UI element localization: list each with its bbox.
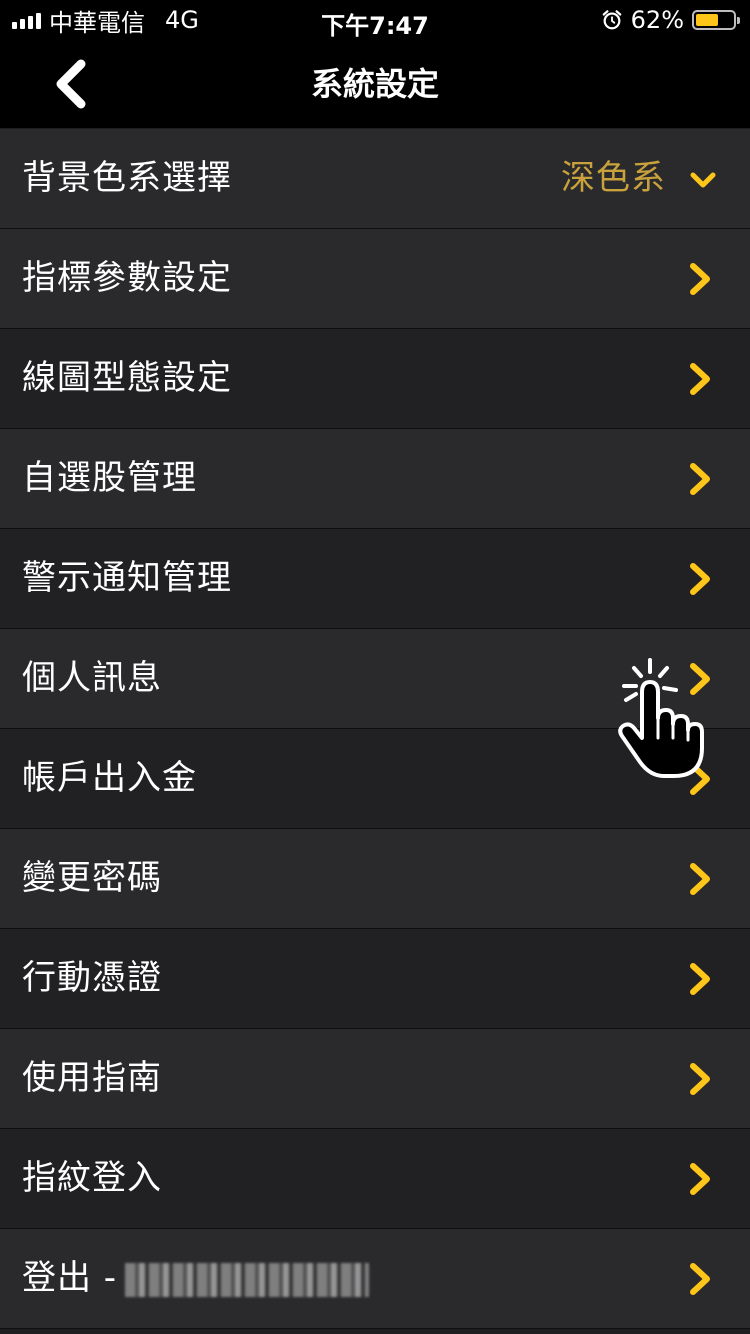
- menu-item-logout[interactable]: 登出 -: [0, 1229, 750, 1329]
- chevron-left-icon: [56, 59, 86, 109]
- battery-level: [696, 14, 719, 26]
- settings-menu-list: 背景色系選擇 深色系 指標參數設定 線圖型態設定 自選股管理 警示通知管理 個人…: [0, 129, 750, 1329]
- menu-item-label: 變更密碼: [22, 858, 162, 898]
- logout-label: 登出 -: [22, 1258, 118, 1298]
- chevron-right-icon: [690, 1063, 710, 1095]
- battery-icon: [692, 10, 740, 30]
- navigation-bar: 系統設定: [0, 40, 750, 128]
- menu-item-label: 指標參數設定: [22, 258, 232, 298]
- menu-item-label: 個人訊息: [22, 658, 162, 698]
- menu-item-change-password[interactable]: 變更密碼: [0, 829, 750, 929]
- menu-item-user-guide[interactable]: 使用指南: [0, 1029, 750, 1129]
- menu-item-deposit-withdraw[interactable]: 帳戶出入金: [0, 729, 750, 829]
- menu-item-mobile-certificate[interactable]: 行動憑證: [0, 929, 750, 1029]
- chevron-right-icon: [690, 863, 710, 895]
- menu-item-personal-messages[interactable]: 個人訊息: [0, 629, 750, 729]
- menu-item-label: 線圖型態設定: [22, 358, 232, 398]
- menu-item-label: 自選股管理: [22, 458, 197, 498]
- masked-account-id: [125, 1262, 370, 1297]
- menu-item-label: 警示通知管理: [22, 558, 232, 598]
- menu-item-label: 指紋登入: [22, 1158, 162, 1198]
- menu-item-label: 帳戶出入金: [22, 758, 197, 798]
- chevron-right-icon: [690, 363, 710, 395]
- menu-item-indicator-params[interactable]: 指標參數設定: [0, 229, 750, 329]
- chevron-right-icon: [690, 463, 710, 495]
- theme-value[interactable]: 深色系: [561, 129, 666, 228]
- menu-item-label: 登出 -: [22, 1229, 370, 1328]
- menu-item-label: 背景色系選擇: [22, 158, 232, 198]
- chevron-right-icon: [690, 963, 710, 995]
- chevron-right-icon: [690, 763, 710, 795]
- back-button[interactable]: [40, 54, 100, 114]
- menu-item-label: 使用指南: [22, 1058, 162, 1098]
- chevron-right-icon: [690, 563, 710, 595]
- chevron-right-icon: [690, 1163, 710, 1195]
- chevron-right-icon: [690, 263, 710, 295]
- battery-percent: 62%: [630, 6, 684, 34]
- chevron-right-icon: [690, 663, 710, 695]
- menu-item-background-theme[interactable]: 背景色系選擇 深色系: [0, 129, 750, 229]
- status-right: 62%: [601, 6, 740, 34]
- status-bar: 中華電信 4G 下午7:47 62%: [0, 0, 750, 40]
- chevron-right-icon: [690, 1263, 710, 1295]
- chevron-down-icon[interactable]: [688, 165, 718, 195]
- menu-item-fingerprint-login[interactable]: 指紋登入: [0, 1129, 750, 1229]
- menu-item-label: 行動憑證: [22, 958, 162, 998]
- menu-item-alerts[interactable]: 警示通知管理: [0, 529, 750, 629]
- alarm-icon: [602, 10, 622, 30]
- menu-item-chart-type[interactable]: 線圖型態設定: [0, 329, 750, 429]
- menu-item-watchlist[interactable]: 自選股管理: [0, 429, 750, 529]
- page-title: 系統設定: [310, 65, 439, 103]
